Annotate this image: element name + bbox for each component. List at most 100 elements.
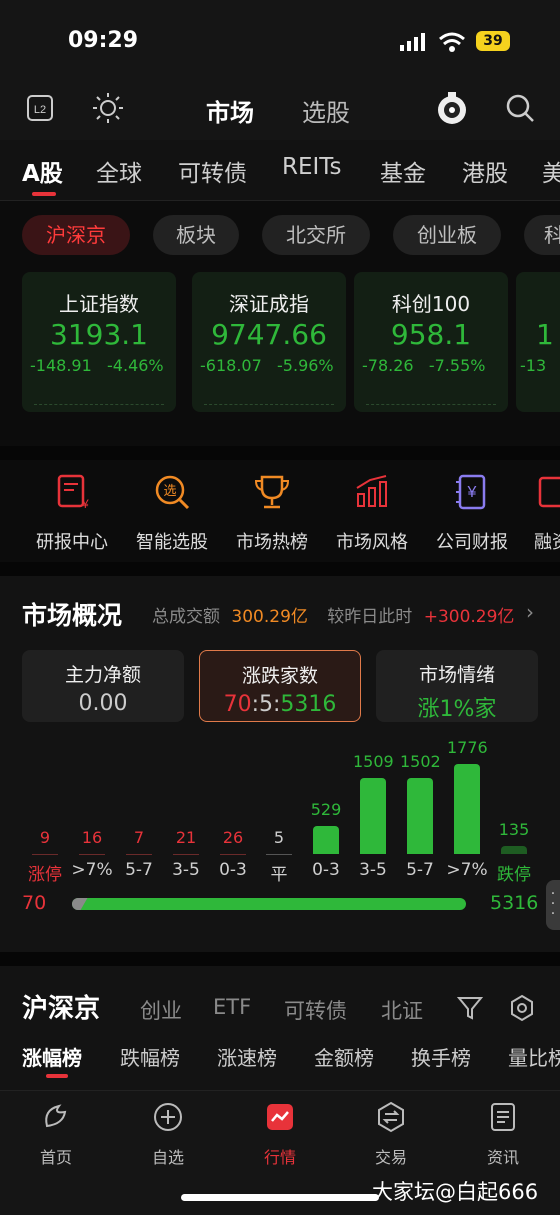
index-name: 上证指数 [59,292,139,316]
market-tabs: A股 全球 可转债 REITs 基金 港股 美 [0,140,560,201]
chip-sector[interactable]: 板块 [153,215,239,255]
chip-star[interactable]: 科 [524,215,560,255]
level2-icon[interactable]: L2 [26,94,54,122]
svg-text:选: 选 [163,484,176,499]
rank-tab-volume-ratio[interactable]: 量比榜 [508,1042,560,1071]
bar-category-label: 0-3 [219,860,247,880]
quick-label: 市场热榜 [236,532,308,553]
rank-tab-turnover[interactable]: 换手榜 [411,1042,471,1071]
chart-bar [220,854,246,855]
quick-margin[interactable]: 融资 [522,472,560,554]
sparkline [204,404,334,405]
tab-hk[interactable]: 港股 [462,154,508,188]
list-tab-convertible[interactable]: 可转债 [284,995,347,1025]
index-change: -148.91 -4.46% [30,356,164,375]
quick-market-style[interactable]: 市场风格 [322,472,422,554]
news-icon [491,1103,515,1131]
index-price: 1 [536,318,554,351]
divider [0,952,560,966]
list-tab-chinext[interactable]: 创业 [140,995,182,1025]
index-price: 3193.1 [50,318,148,351]
nav-watchlist[interactable]: 自选 [128,1100,208,1168]
bar-value-label: 529 [310,800,342,819]
home-icon [45,1104,67,1128]
bar-category-label: 平 [270,865,288,885]
quick-label: 市场风格 [336,532,408,553]
chip-chinext[interactable]: 创业板 [393,215,501,255]
nav-trade[interactable]: 交易 [351,1100,431,1168]
settings-icon[interactable] [508,994,536,1022]
quick-hot-list[interactable]: 市场热榜 [222,472,322,554]
trophy-icon [254,475,290,509]
box-title: 主力净额 [64,664,141,686]
index-name: 深证成指 [229,292,309,316]
quick-financials[interactable]: ¥ 公司财报 [422,472,522,554]
tab-convertible[interactable]: 可转债 [178,154,247,188]
nav-label: 自选 [151,1148,184,1167]
index-card[interactable]: 科创100 958.1 -78.26 -7.55% [354,272,508,412]
filter-icon[interactable] [456,994,484,1022]
index-price: 9747.66 [211,318,327,351]
chart-bar [454,764,480,854]
market-chart-icon [267,1104,293,1130]
bar-value-label: 1509 [353,752,394,771]
quick-label: 智能选股 [136,532,208,553]
divider [0,562,560,576]
rank-tab-indicator [46,1074,68,1078]
tab-global[interactable]: 全球 [96,154,142,188]
tab-funds[interactable]: 基金 [380,154,426,188]
bar-value-label: 135 [498,820,530,839]
box-value: 70:5:5316 [223,692,337,717]
mascot-icon[interactable] [434,90,470,126]
index-change: -618.07 -5.96% [200,356,334,375]
sentiment-box[interactable]: 市场情绪 涨1%家 [376,650,538,722]
bar-category-label: >7% [446,860,488,880]
tab-us[interactable]: 美 [542,154,560,188]
chip-bse[interactable]: 北交所 [262,215,370,255]
nav-news[interactable]: 资讯 [463,1100,543,1168]
divider [0,446,560,460]
tab-reits[interactable]: REITs [282,154,342,180]
main-net-flow-box[interactable]: 主力净额 0.00 [22,650,184,722]
tab-market[interactable]: 市场 [206,93,254,128]
nav-label: 资讯 [486,1148,519,1167]
chart-bar [32,854,58,855]
nav-label: 行情 [263,1148,296,1167]
rank-tab-gainers[interactable]: 涨幅榜 [22,1042,82,1071]
rank-tab-speed[interactable]: 涨速榜 [217,1042,277,1071]
bar-category-label: 3-5 [172,860,200,880]
chart-bar [266,854,292,855]
tab-stock-picker[interactable]: 选股 [302,93,350,128]
bar-category-label: >7% [71,860,113,880]
chevron-right-icon[interactable]: › [526,600,534,624]
index-card[interactable]: 上证指数 3193.1 -148.91 -4.46% [22,272,176,412]
svg-text:¥: ¥ [81,497,89,511]
tab-a-shares[interactable]: A股 [22,154,63,188]
index-name: 科创100 [391,292,471,316]
list-tab-etf[interactable]: ETF [213,995,251,1019]
index-card[interactable]: 深证成指 9747.66 -618.07 -5.96% [192,272,346,412]
sparkline [34,404,164,405]
list-tab-bse[interactable]: 北证 [381,995,423,1025]
list-title[interactable]: 沪深京 [22,988,100,1025]
index-card[interactable]: 1 -13 [516,272,560,412]
report-icon: ¥ [57,474,89,511]
rank-tab-losers[interactable]: 跌幅榜 [120,1042,180,1071]
bar-category-label: 跌停 [497,865,531,885]
advance-decline-box[interactable]: 涨跌家数 70:5:5316 [199,650,361,722]
turnover-row[interactable]: 总成交额 300.29亿 较昨日此时 +300.29亿 [152,602,514,627]
nav-label: 交易 [374,1148,407,1167]
rank-tab-amount[interactable]: 金额榜 [314,1042,374,1071]
svg-text:¥: ¥ [467,484,477,501]
chart-bar [360,778,386,854]
index-change: -78.26 -7.55% [362,356,486,375]
bar-value-label: 5 [273,828,285,847]
quick-research[interactable]: ¥ 研报中心 [22,472,122,554]
search-icon[interactable] [504,92,536,124]
nav-home[interactable]: 首页 [16,1100,96,1168]
nav-market[interactable]: 行情 [240,1100,320,1168]
side-handle[interactable]: · · · [546,880,560,930]
brightness-icon[interactable] [92,92,124,124]
chip-hushenjing[interactable]: 沪深京 [22,215,130,255]
quick-smart-pick[interactable]: 选 智能选股 [122,472,222,554]
